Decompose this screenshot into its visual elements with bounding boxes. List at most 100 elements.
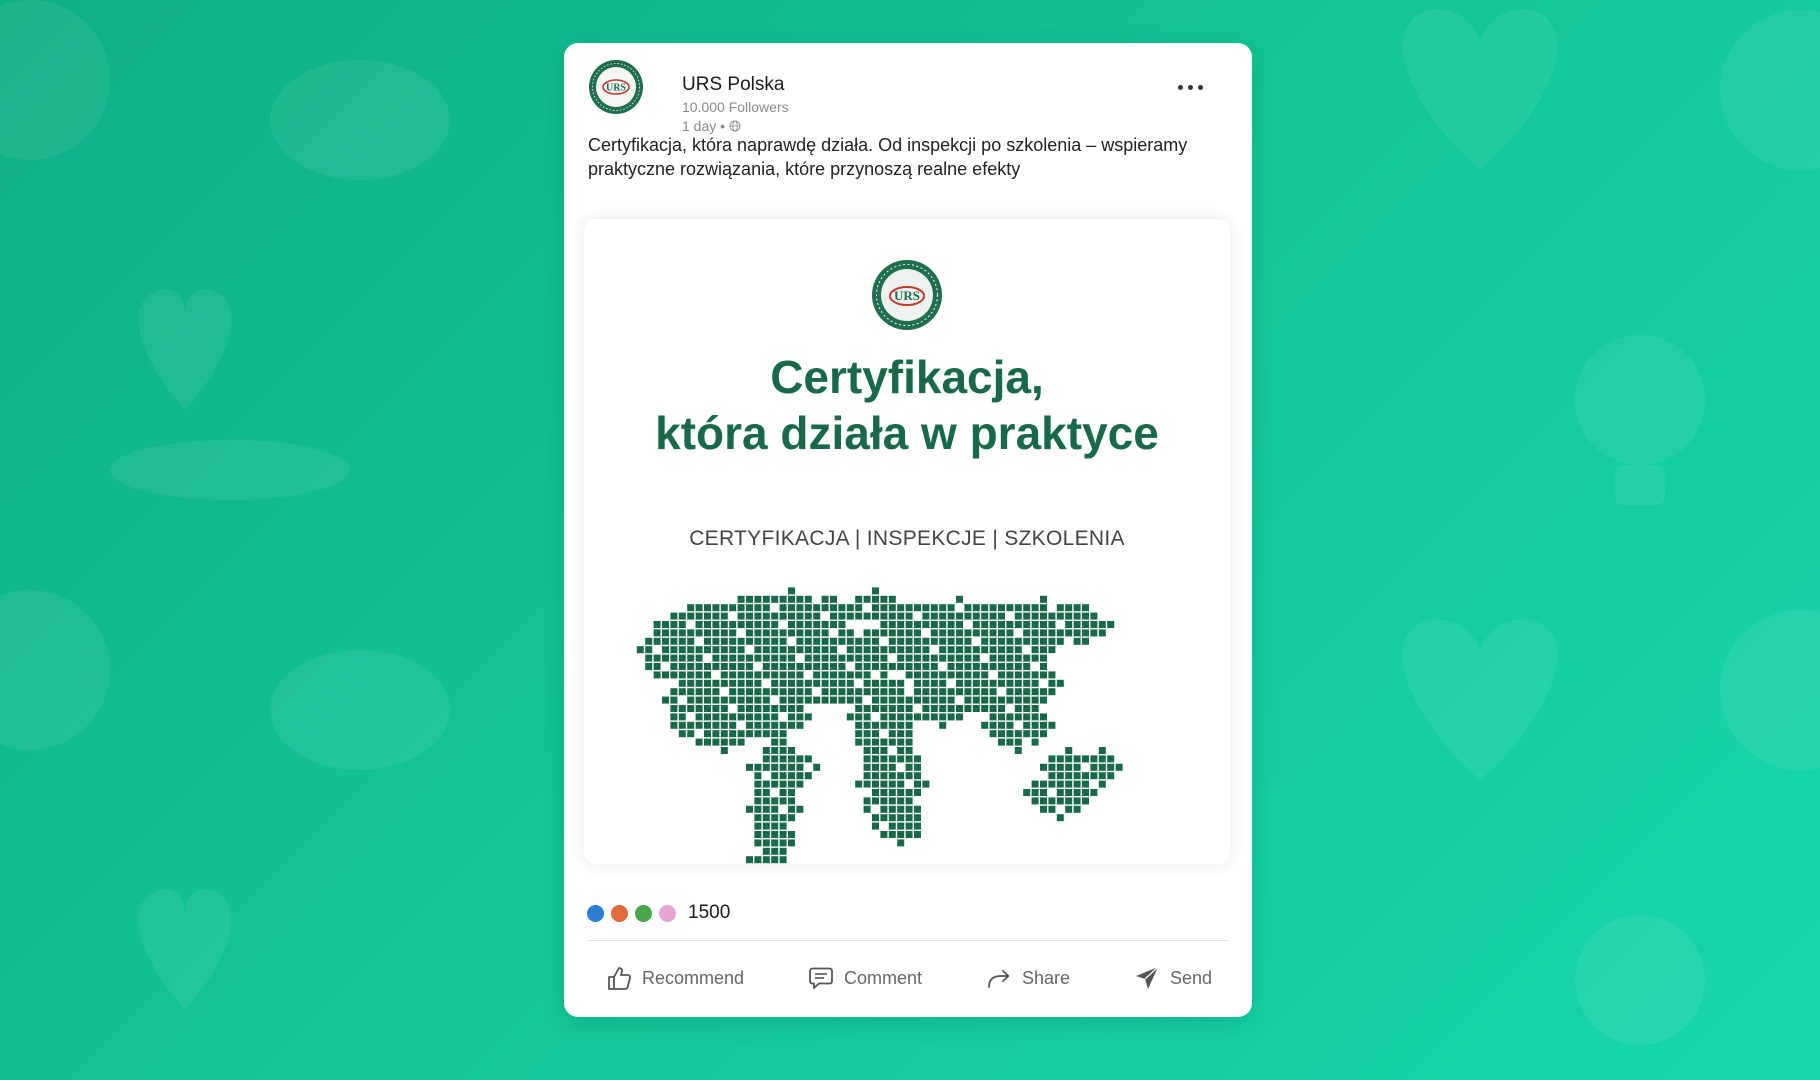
map-dot — [964, 604, 972, 612]
map-dot — [729, 629, 737, 637]
send-button[interactable]: Send — [1116, 953, 1228, 1003]
map-dot — [796, 805, 804, 813]
map-dot — [1006, 679, 1014, 687]
map-dot — [972, 646, 980, 654]
map-dot — [779, 730, 787, 738]
map-dot — [897, 713, 905, 721]
map-dot — [888, 763, 896, 771]
map-dot — [720, 663, 728, 670]
map-dot — [704, 629, 711, 637]
map-dot — [712, 604, 720, 612]
map-dot — [880, 621, 888, 628]
company-avatar[interactable]: URS — [588, 59, 644, 115]
map-dot — [989, 629, 997, 637]
map-dot — [905, 805, 913, 813]
map-dot — [947, 629, 955, 637]
love-reaction-icon — [610, 903, 629, 923]
map-dot — [754, 772, 762, 780]
recommend-label: Recommend — [642, 967, 745, 988]
map-dot — [762, 839, 770, 847]
map-dot — [1065, 629, 1073, 637]
map-dot — [838, 663, 846, 670]
map-dot — [872, 747, 879, 754]
map-dot — [737, 612, 745, 620]
map-dot — [830, 612, 837, 620]
map-dot — [779, 705, 787, 712]
map-dot — [1082, 604, 1089, 612]
map-dot — [720, 679, 728, 687]
map-dot — [762, 629, 770, 637]
map-dot — [1073, 789, 1081, 796]
map-dot — [872, 755, 879, 763]
map-dot — [897, 839, 905, 847]
post-image[interactable]: URS Certyfikacja, która działa w praktyc… — [584, 219, 1230, 864]
map-dot — [939, 696, 947, 704]
map-dot — [1023, 730, 1031, 738]
map-dot — [863, 679, 871, 687]
map-dot — [813, 671, 821, 679]
map-dot — [754, 814, 762, 822]
map-dot — [1014, 705, 1022, 712]
map-dot — [830, 646, 837, 654]
map-dot — [737, 604, 745, 612]
map-dot — [712, 612, 720, 620]
map-dot — [863, 654, 871, 662]
map-dot — [914, 663, 921, 670]
author-name[interactable]: URS Polska — [682, 74, 784, 96]
map-dot — [922, 646, 930, 654]
map-dot — [855, 696, 863, 704]
recommend-button[interactable]: Recommend — [588, 953, 760, 1003]
lightbulb-icon — [1575, 335, 1705, 465]
map-dot — [922, 612, 930, 620]
map-dot — [771, 805, 779, 813]
map-dot — [880, 654, 888, 662]
map-dot — [788, 763, 795, 771]
map-dot — [737, 621, 745, 628]
map-dot — [888, 679, 896, 687]
map-dot — [1048, 637, 1056, 645]
map-dot — [1073, 621, 1081, 628]
map-dot — [1006, 696, 1014, 704]
map-dot — [1098, 755, 1106, 763]
share-button[interactable]: Share — [968, 953, 1086, 1003]
map-dot — [804, 713, 812, 721]
map-dot — [788, 831, 795, 838]
map-dot — [762, 646, 770, 654]
map-dot — [956, 595, 963, 603]
more-options-button[interactable] — [1174, 77, 1208, 97]
map-dot — [939, 637, 947, 645]
map-dot — [1073, 805, 1081, 813]
map-dot — [872, 696, 879, 704]
map-dot — [704, 721, 711, 729]
map-dot — [1065, 780, 1073, 788]
map-dot — [888, 688, 896, 696]
map-dot — [695, 679, 703, 687]
map-dot — [964, 646, 972, 654]
map-dot — [1006, 688, 1014, 696]
map-dot — [821, 595, 829, 603]
map-dot — [762, 805, 770, 813]
map-dot — [746, 763, 753, 771]
map-dot — [863, 772, 871, 780]
map-dot — [1065, 772, 1073, 780]
map-dot — [762, 721, 770, 729]
map-dot — [695, 654, 703, 662]
comment-button[interactable]: Comment — [790, 953, 938, 1003]
map-dot — [989, 696, 997, 704]
map-dot — [872, 738, 879, 746]
map-dot — [947, 688, 955, 696]
map-dot — [905, 646, 913, 654]
map-dot — [1006, 621, 1014, 628]
map-dot — [939, 604, 947, 612]
reactions-summary[interactable]: 1500 — [586, 901, 730, 925]
map-dot — [695, 738, 703, 746]
map-dot — [1056, 789, 1064, 796]
map-dot — [922, 696, 930, 704]
map-dot — [880, 780, 888, 788]
map-dot — [897, 629, 905, 637]
map-dot — [1048, 646, 1056, 654]
send-label: Send — [1169, 967, 1212, 988]
map-dot — [905, 814, 913, 822]
map-dot — [998, 671, 1005, 679]
map-dot — [872, 772, 879, 780]
